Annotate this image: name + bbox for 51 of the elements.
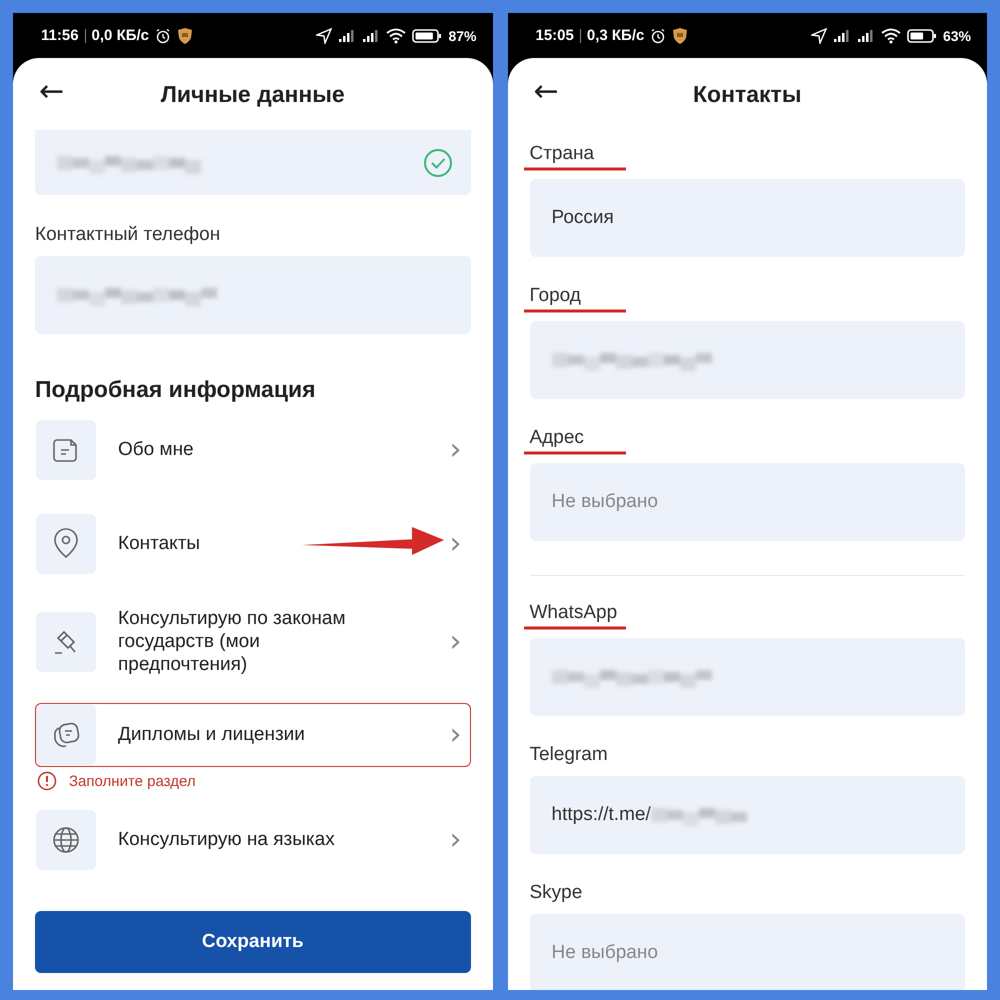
back-button[interactable]: ← — [35, 72, 68, 112]
signal-icon — [362, 28, 380, 42]
error-message: Заполните раздел — [69, 772, 196, 790]
shield-icon — [672, 26, 688, 44]
field-label: Skype — [530, 882, 582, 905]
status-time: 11:56 — [41, 27, 79, 44]
signal-icon — [832, 28, 851, 42]
alarm-icon — [650, 28, 666, 44]
save-button[interactable]: Сохранить — [35, 911, 470, 974]
shield-icon — [177, 26, 194, 44]
network-speed: 0,0 КБ/с — [92, 27, 150, 44]
input-field[interactable]: Россия — [530, 179, 965, 257]
alarm-icon — [155, 28, 172, 44]
warning-icon — [37, 771, 57, 792]
wifi-icon — [880, 28, 901, 44]
menu-item[interactable]: Дипломы и лицензии › — [35, 703, 470, 768]
screen-title: Контакты — [693, 80, 802, 108]
field-label: Адрес — [530, 427, 585, 450]
status-time: 15:05 — [536, 27, 574, 44]
signal-icon — [856, 28, 875, 42]
battery-percent: 87% — [448, 28, 476, 44]
chevron-icon: › — [450, 825, 462, 856]
menu-item[interactable]: Контакты › — [35, 507, 470, 581]
wifi-icon — [386, 28, 406, 44]
signal-icon — [338, 28, 356, 42]
input-field[interactable] — [35, 256, 470, 334]
menu-item[interactable]: Консультирую на языках › — [35, 803, 470, 878]
field-label: Telegram — [530, 744, 608, 767]
section-title: Подробная информация — [35, 376, 317, 403]
chevron-icon: › — [450, 529, 462, 559]
input-field[interactable]: https://t.me/ — [530, 776, 965, 854]
network-speed: 0,3 КБ/с — [586, 27, 644, 44]
screen-title: Личные данные — [160, 80, 345, 108]
location-icon — [810, 28, 827, 44]
chevron-icon: › — [450, 627, 462, 658]
back-button[interactable]: ← — [530, 72, 563, 112]
chevron-icon: › — [450, 435, 462, 465]
field-label: Город — [530, 285, 582, 308]
menu-item[interactable]: Обо мне › — [35, 413, 470, 487]
field-label: WhatsApp — [530, 602, 618, 625]
battery-icon — [906, 28, 937, 44]
input-field[interactable] — [35, 130, 470, 195]
chevron-icon: › — [450, 720, 462, 750]
input-field[interactable] — [530, 321, 965, 399]
location-icon — [316, 28, 332, 44]
battery-icon — [412, 28, 442, 44]
field-label: Контактный телефон — [35, 224, 220, 247]
field-label: Страна — [530, 143, 596, 166]
menu-item[interactable]: Консультирую по законам государств (мои предпочтения) › — [35, 601, 470, 684]
battery-percent: 63% — [942, 28, 971, 44]
input-field[interactable] — [530, 638, 965, 716]
